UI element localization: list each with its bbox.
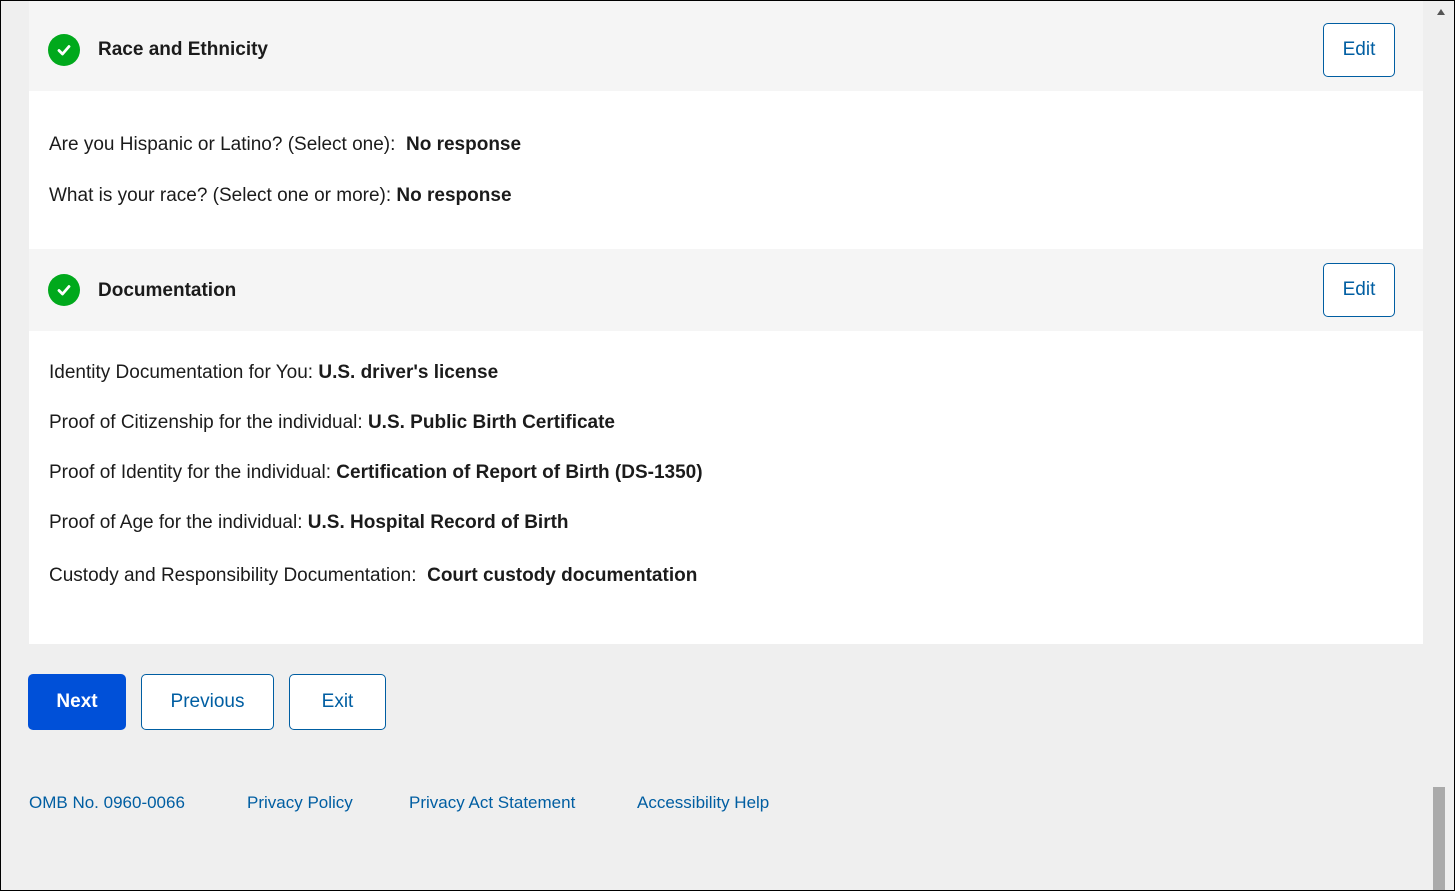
edit-documentation-button[interactable]: Edit (1323, 263, 1395, 317)
field-row: Proof of Age for the individual: U.S. Ho… (49, 512, 569, 534)
privacy-act-statement-link[interactable]: Privacy Act Statement (409, 793, 575, 813)
page-frame: Race and Ethnicity Edit Are you Hispanic… (0, 0, 1455, 891)
field-value: No response (405, 134, 522, 155)
field-value: U.S. driver's license (318, 362, 499, 383)
field-label: Custody and Responsibility Documentation… (49, 565, 417, 586)
exit-button[interactable]: Exit (289, 674, 386, 730)
next-button[interactable]: Next (28, 674, 126, 730)
field-value: Court custody documentation (427, 565, 698, 586)
field-label: Proof of Citizenship for the individual: (49, 412, 363, 433)
section-title: Documentation (98, 280, 237, 301)
field-label: Are you Hispanic or Latino? (Select one)… (49, 134, 396, 155)
section-title: Race and Ethnicity (98, 39, 268, 60)
previous-button[interactable]: Previous (141, 674, 274, 730)
field-row: Proof of Identity for the individual: Ce… (49, 462, 703, 484)
section-body-documentation: Identity Documentation for You: U.S. dri… (29, 331, 1423, 644)
field-label: Proof of Identity for the individual: (49, 462, 331, 483)
field-value: U.S. Hospital Record of Birth (307, 512, 569, 533)
field-label: What is your race? (Select one or more): (49, 185, 392, 206)
field-label: Identity Documentation for You: (49, 362, 314, 383)
section-body-race-ethnicity: Are you Hispanic or Latino? (Select one)… (29, 91, 1423, 249)
field-row: Identity Documentation for You: U.S. dri… (49, 362, 498, 384)
check-circle-icon (48, 274, 80, 306)
section-header-documentation: Documentation Edit (29, 249, 1423, 331)
omb-number-link[interactable]: OMB No. 0960-0066 (29, 793, 185, 813)
field-value: Certification of Report of Birth (DS-135… (336, 462, 703, 483)
scroll-up-arrow-icon[interactable] (1437, 9, 1445, 15)
field-value: U.S. Public Birth Certificate (367, 412, 615, 433)
accessibility-help-link[interactable]: Accessibility Help (637, 793, 769, 813)
vertical-scrollbar[interactable] (1424, 1, 1454, 890)
privacy-policy-link[interactable]: Privacy Policy (247, 793, 353, 813)
edit-race-ethnicity-button[interactable]: Edit (1323, 23, 1395, 77)
section-header-race-ethnicity: Race and Ethnicity Edit (29, 1, 1423, 91)
field-row: What is your race? (Select one or more):… (49, 185, 512, 207)
field-row: Custody and Responsibility Documentation… (49, 565, 697, 587)
field-value: No response (396, 185, 512, 206)
check-circle-icon (48, 34, 80, 66)
scrollbar-thumb[interactable] (1433, 787, 1445, 890)
field-label: Proof of Age for the individual: (49, 512, 303, 533)
field-row: Proof of Citizenship for the individual:… (49, 412, 615, 434)
field-row: Are you Hispanic or Latino? (Select one)… (49, 134, 521, 156)
